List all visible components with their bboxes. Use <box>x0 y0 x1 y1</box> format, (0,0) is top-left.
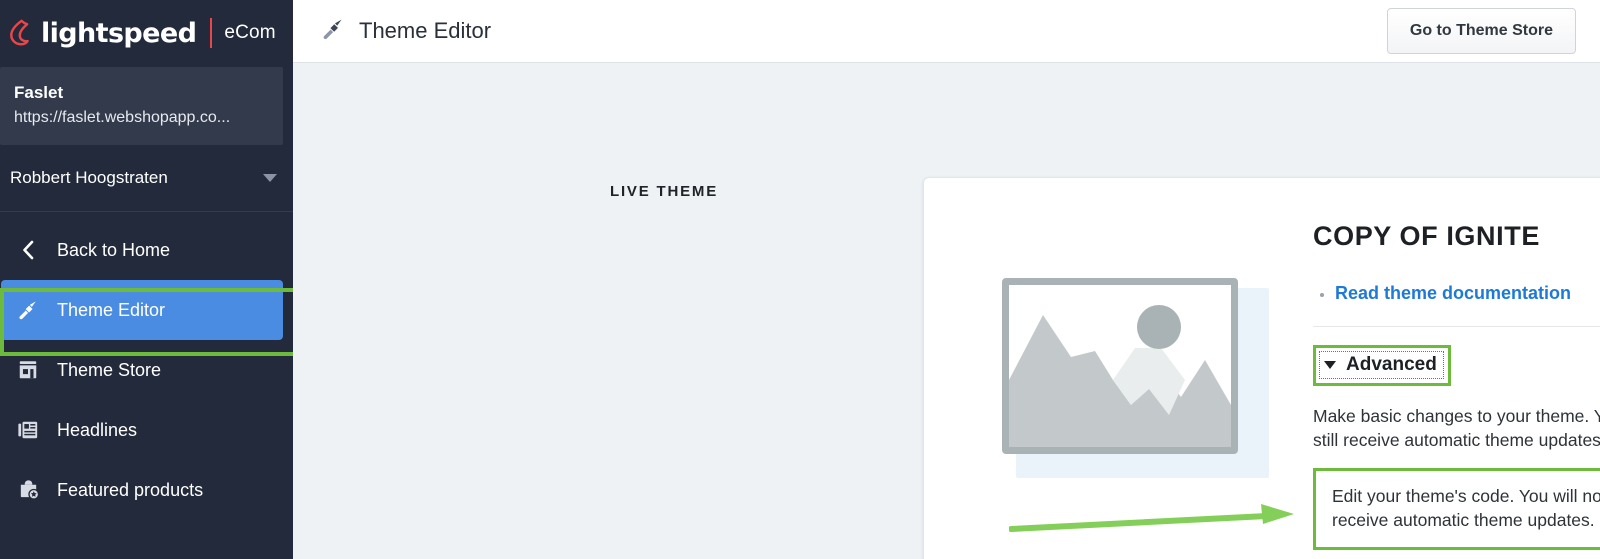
store-icon <box>11 359 45 381</box>
topbar: Theme Editor Go to Theme Store <box>293 0 1600 63</box>
brand-wordmark: lightspeed <box>41 17 197 49</box>
sidebar-item-label: Theme Store <box>57 359 162 380</box>
paintbrush-icon <box>321 17 345 46</box>
headlines-icon <box>11 419 45 441</box>
sidebar-item-headlines[interactable]: Headlines <box>1 400 283 460</box>
sidebar-item-label: Theme Editor <box>57 299 166 320</box>
green-arrow-right-icon <box>1008 499 1299 544</box>
edit-code-description: Edit your theme's code. You will no long… <box>1332 486 1600 531</box>
annotation-box-advanced-toggle: Advanced <box>1313 345 1451 386</box>
page-title: Theme Editor <box>359 18 492 43</box>
theme-header-row: COPY OF IGNITE Edit theme <box>1313 210 1600 258</box>
theme-preview[interactable] <box>1002 278 1269 478</box>
brand-product-label: eCom <box>224 22 276 43</box>
customize-css-row: Make basic changes to your theme. You’ll… <box>1313 404 1600 452</box>
sidebar-item-label: Featured products <box>57 479 204 500</box>
section-divider <box>1313 326 1600 327</box>
lightspeed-flame-logo-icon <box>8 18 38 48</box>
go-to-theme-store-button[interactable]: Go to Theme Store <box>1386 8 1576 54</box>
edit-code-row: Edit your theme's code. You will no long… <box>1332 484 1600 532</box>
read-theme-documentation-link[interactable]: Read theme documentation <box>1335 283 1571 303</box>
sidebar-nav: Back to Home Theme Editor Theme Store He… <box>0 212 293 520</box>
brand-divider <box>210 18 213 48</box>
image-placeholder-icon <box>1002 278 1238 454</box>
customize-css-description: Make basic changes to your theme. You’ll… <box>1313 406 1600 451</box>
annotation-box-edit-code-row: Edit your theme's code. You will no long… <box>1313 468 1600 550</box>
advanced-toggle-row: Advanced <box>1313 345 1600 386</box>
user-name: Robbert Hoogstraten <box>10 167 168 187</box>
featured-products-icon <box>11 478 45 501</box>
theme-editor-page: lightspeed eCom Faslet https://faslet.we… <box>0 0 1600 559</box>
sidebar-item-theme-store[interactable]: Theme Store <box>1 340 283 400</box>
paintbrush-icon <box>11 299 45 321</box>
user-menu[interactable]: Robbert Hoogstraten <box>0 145 293 212</box>
brand-header[interactable]: lightspeed eCom <box>0 0 293 66</box>
main-area: Theme Editor Go to Theme Store LIVE THEM… <box>293 0 1600 559</box>
theme-links-list: Read theme documentation <box>1335 283 1600 304</box>
store-name: Faslet <box>14 83 64 102</box>
theme-name: COPY OF IGNITE <box>1313 221 1540 251</box>
advanced-toggle[interactable]: Advanced <box>1319 351 1444 379</box>
sidebar-item-featured-products[interactable]: Featured products <box>1 460 283 520</box>
sidebar-item-back-to-home[interactable]: Back to Home <box>1 220 283 280</box>
advanced-toggle-label: Advanced <box>1346 354 1437 375</box>
chevron-down-icon <box>263 173 277 182</box>
list-item: Read theme documentation <box>1335 283 1600 304</box>
chevron-left-icon <box>11 240 45 260</box>
theme-details: COPY OF IGNITE Edit theme Read theme doc… <box>1313 210 1600 550</box>
caret-down-icon <box>1324 360 1336 369</box>
live-theme-label: LIVE THEME <box>610 183 719 200</box>
content-area: LIVE THEME COPY OF IGNITE • Read theme d… <box>293 63 1600 559</box>
sidebar-item-theme-editor[interactable]: Theme Editor <box>1 279 283 340</box>
store-info-panel[interactable]: Faslet https://faslet.webshopapp.co... <box>0 67 283 145</box>
sidebar-item-label: Back to Home <box>57 239 171 260</box>
store-url: https://faslet.webshopapp.co... <box>14 108 231 126</box>
sidebar: lightspeed eCom Faslet https://faslet.we… <box>0 0 303 559</box>
sidebar-item-label: Headlines <box>57 419 138 440</box>
